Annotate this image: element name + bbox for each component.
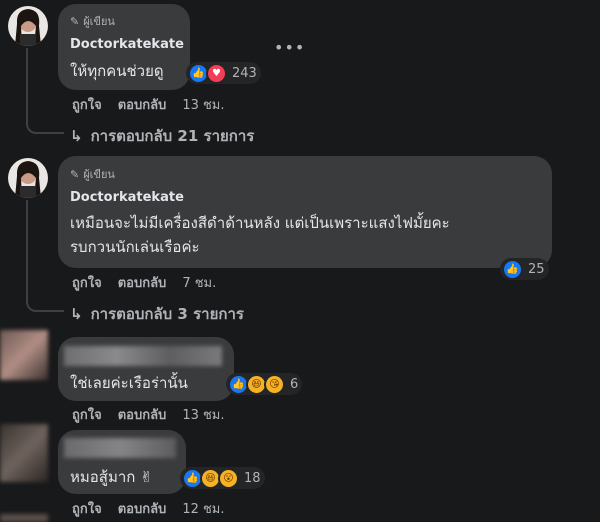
comment-text-line-1: เหมือนจะไม่มีเครื่องสีดำด้านหลัง แต่เป็น… [70, 214, 450, 232]
author-badge: ✎ ผู้เขียน [70, 167, 115, 182]
thread-line [26, 200, 64, 312]
like-button[interactable]: ถูกใจ [72, 272, 102, 293]
view-replies-link[interactable]: ↳ การตอบกลับ 21 รายการ [70, 124, 254, 148]
author-avatar[interactable] [8, 158, 48, 198]
care-reaction-icon: 😘 [264, 373, 285, 395]
reaction-summary[interactable]: 👍 ♥ 243 [186, 62, 261, 84]
comment-actions: ถูกใจ ตอบกลับ 7 ชม. [72, 272, 216, 293]
view-replies-link[interactable]: ↳ การตอบกลับ 3 รายการ [70, 302, 244, 326]
like-button[interactable]: ถูกใจ [72, 404, 102, 425]
comment-text: ใช่เลยค่ะเรือร่านั้น [70, 374, 188, 392]
commenter-name-redacted[interactable] [64, 438, 176, 458]
comment-actions: ถูกใจ ตอบกลับ 13 ชม. [72, 94, 225, 115]
like-reaction-icon: 👍 [502, 258, 523, 280]
reply-button[interactable]: ตอบกลับ [118, 94, 167, 115]
timestamp[interactable]: 13 ชม. [182, 404, 224, 425]
timestamp[interactable]: 13 ชม. [182, 94, 224, 115]
avatar-photo [8, 6, 48, 46]
more-options-icon[interactable]: ••• [274, 38, 305, 57]
reply-button[interactable]: ตอบกลับ [118, 272, 167, 293]
comment-text: ให้ทุกคนช่วยดู [70, 62, 164, 80]
pencil-icon: ✎ [70, 14, 80, 28]
reaction-summary[interactable]: 👍 😆 😮 18 [180, 467, 265, 489]
reply-button[interactable]: ตอบกลับ [118, 498, 167, 519]
pencil-icon: ✎ [70, 167, 80, 181]
reply-arrow-icon: ↳ [70, 127, 83, 145]
comment-text: หมอสู้มาก ✌ [70, 468, 153, 486]
author-avatar[interactable] [8, 6, 48, 46]
wow-reaction-icon: 😮 [218, 467, 239, 489]
commenter-avatar[interactable] [0, 424, 48, 482]
next-commenter-avatar[interactable] [0, 514, 48, 522]
comment-actions: ถูกใจ ตอบกลับ 12 ชม. [72, 498, 225, 519]
author-badge: ✎ ผู้เขียน [70, 14, 115, 29]
commenter-avatar[interactable] [0, 330, 48, 380]
like-button[interactable]: ถูกใจ [72, 94, 102, 115]
reply-arrow-icon: ↳ [70, 305, 83, 323]
thread-line [26, 48, 64, 134]
comment-actions: ถูกใจ ตอบกลับ 13 ชม. [72, 404, 225, 425]
reply-button[interactable]: ตอบกลับ [118, 404, 167, 425]
comment-author-name[interactable]: Doctorkatekate [70, 37, 184, 52]
comment-author-name[interactable]: Doctorkatekate [70, 190, 184, 205]
reaction-summary[interactable]: 👍 😆 😘 6 [226, 373, 303, 395]
commenter-name-redacted[interactable] [64, 346, 222, 366]
comment-text-line-2: รบกวนนักเล่นเรือค่ะ [70, 238, 200, 256]
reaction-summary[interactable]: 👍 25 [500, 258, 549, 280]
avatar-photo [8, 158, 48, 198]
love-reaction-icon: ♥ [206, 62, 227, 84]
like-button[interactable]: ถูกใจ [72, 498, 102, 519]
timestamp[interactable]: 7 ชม. [182, 272, 216, 293]
timestamp[interactable]: 12 ชม. [182, 498, 224, 519]
